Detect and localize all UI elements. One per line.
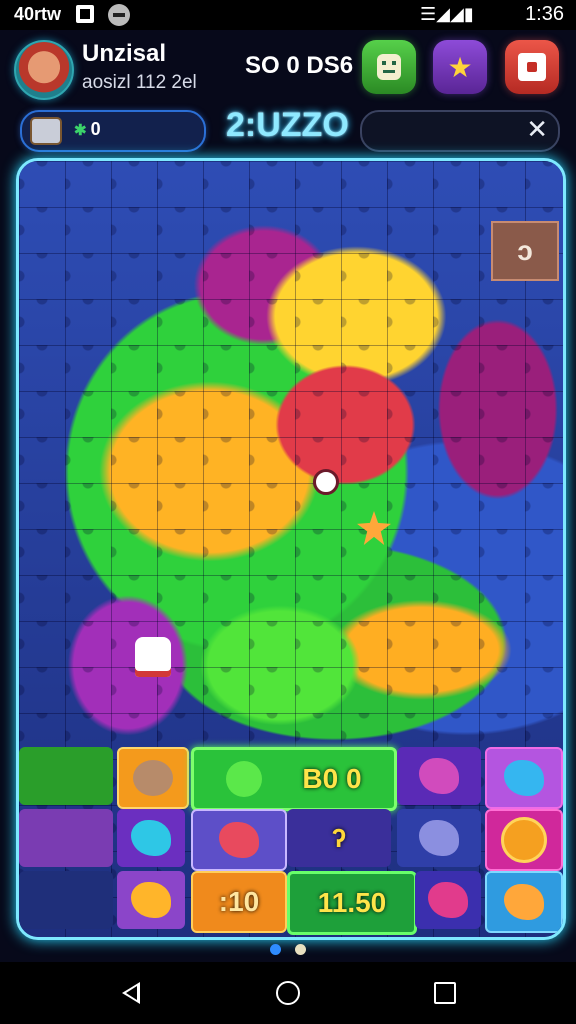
tray-tile[interactable] (485, 747, 563, 809)
score-tile-a[interactable]: B0 0 (191, 747, 397, 811)
corner-piece[interactable]: ͻ (491, 221, 559, 281)
puzzle-button[interactable] (505, 40, 559, 94)
carrier-label: 40rtw (14, 4, 62, 24)
cyan-piece-icon (131, 820, 171, 856)
notification-circle-icon (108, 4, 130, 26)
score-c: 11.50 (317, 887, 387, 918)
gold-coin-icon (501, 817, 547, 863)
home-icon[interactable] (276, 981, 300, 1005)
clock: 1:36 (525, 3, 564, 25)
favorites-button[interactable]: ★ (433, 40, 487, 94)
puzzle-icon (518, 53, 546, 81)
score-a: B0 0 (302, 763, 362, 794)
score-display: SO 0 DS6 (245, 52, 354, 79)
coin-value: 0 (74, 119, 101, 140)
level-title: 2:UZZO (226, 106, 349, 144)
search-input[interactable]: ✕ (360, 110, 560, 152)
boat-piece[interactable] (135, 637, 171, 677)
tray-tile[interactable]: ʔ (287, 809, 391, 867)
face-piece-icon (133, 760, 173, 796)
score-tile-c[interactable]: 11.50 (287, 871, 417, 935)
pager-dot[interactable] (294, 944, 306, 955)
player-name: Unzisal (82, 40, 167, 67)
navigation-bar (0, 962, 576, 1024)
chest-icon (30, 117, 62, 145)
tray-tile[interactable] (19, 809, 113, 867)
orange-piece-icon (131, 882, 171, 918)
tray-tile[interactable] (485, 809, 563, 871)
tray-tile[interactable] (19, 747, 113, 805)
tray-tile[interactable] (117, 747, 189, 809)
score-tile-b[interactable]: :10 (191, 871, 287, 933)
tray-tile[interactable] (19, 871, 113, 929)
coin-counter[interactable]: 0 (20, 110, 206, 152)
lilac-piece-icon (419, 820, 459, 856)
tray-tile[interactable] (117, 871, 185, 929)
pink-piece-icon (419, 758, 459, 794)
profile-button[interactable] (362, 40, 416, 94)
glyph-label: ʔ (331, 822, 347, 853)
tray-tile[interactable] (415, 871, 481, 929)
notification-icon (76, 5, 94, 23)
red-piece-icon (219, 822, 259, 858)
marker-piece[interactable] (313, 469, 339, 495)
avatar[interactable] (14, 40, 74, 100)
star-icon: ★ (447, 50, 473, 84)
magenta-piece-icon (428, 882, 468, 918)
face-icon (377, 54, 401, 80)
puzzle-board[interactable]: ͻ B0 0 ʔ:10 11.50 (16, 158, 566, 940)
star-piece-icon (504, 884, 544, 920)
recents-icon[interactable] (434, 982, 456, 1004)
tray-tile[interactable] (397, 809, 481, 867)
status-bar: 40rtw ☰◢◢▮ 1:36 (0, 0, 576, 30)
pager-dot-active[interactable] (270, 944, 282, 955)
signal-icon: ☰◢◢▮ (420, 4, 474, 25)
pager-dots (0, 940, 576, 956)
tray-tile[interactable] (117, 809, 185, 867)
tray-tile[interactable] (397, 747, 481, 805)
coin-icon (226, 761, 263, 797)
tray-tile[interactable] (191, 809, 287, 871)
close-icon[interactable]: ✕ (526, 115, 548, 145)
back-icon[interactable] (122, 982, 140, 1004)
player-subtitle: aosizl 112 2el (82, 72, 197, 93)
blue-piece-icon (504, 760, 544, 796)
tray-tile[interactable] (485, 871, 563, 933)
score-b: :10 (218, 886, 260, 917)
piece-tray: B0 0 ʔ :10 11.50 (19, 747, 563, 937)
